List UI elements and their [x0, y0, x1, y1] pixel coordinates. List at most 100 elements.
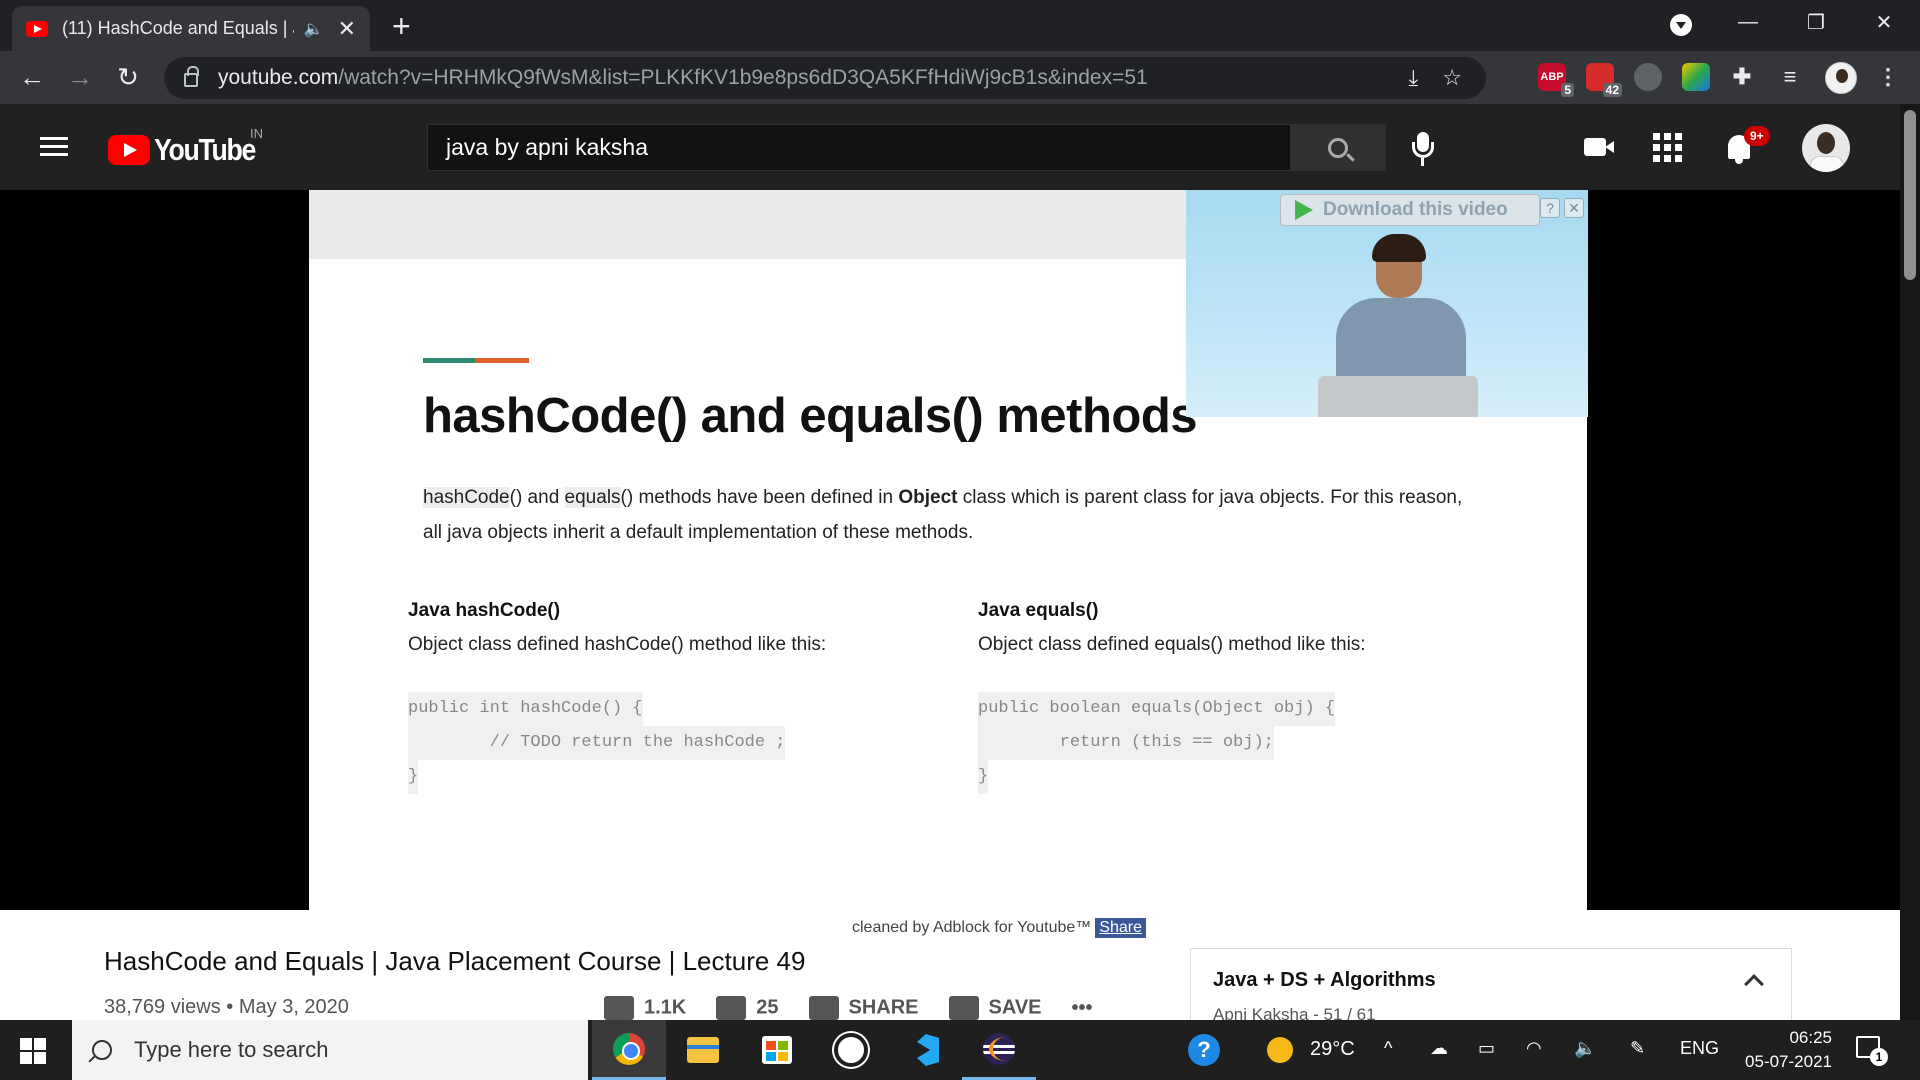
- download-video-button[interactable]: Download this video: [1280, 194, 1540, 226]
- wifi-icon[interactable]: ◠: [1526, 1038, 1542, 1059]
- tray-chevron-up-icon[interactable]: ^: [1384, 1038, 1392, 1059]
- youtube-play-logo-icon: [108, 135, 150, 165]
- share-arrow-icon: [808, 996, 839, 1020]
- hashcode-description: Object class defined hashCode() method l…: [408, 634, 827, 655]
- media-control-icon[interactable]: ≡: [1776, 63, 1804, 91]
- hashcode-heading: Java hashCode(): [408, 600, 561, 621]
- lock-icon[interactable]: [184, 66, 199, 87]
- search-icon: [1328, 137, 1348, 158]
- restore-button[interactable]: ❐: [1786, 0, 1846, 44]
- action-center-icon[interactable]: 1: [1856, 1036, 1888, 1066]
- create-video-icon[interactable]: [1578, 130, 1614, 164]
- scrollbar-thumb[interactable]: [1904, 110, 1916, 280]
- close-window-button[interactable]: ✕: [1854, 0, 1914, 44]
- adblock-note: cleaned by Adblock for Youtube™ Share: [852, 918, 1146, 938]
- playlist-panel[interactable]: Java + DS + Algorithms Apni Kaksha - 51 …: [1190, 948, 1792, 1020]
- taskbar-chrome[interactable]: [592, 1020, 666, 1080]
- browser-tab-active[interactable]: (11) HashCode and Equals | J 🔈 ✕: [12, 6, 370, 51]
- minimize-button[interactable]: —: [1718, 0, 1778, 44]
- tab-strip: (11) HashCode and Equals | J 🔈 ✕ + — ❐ ✕: [0, 0, 1920, 51]
- slide-title: hashCode() and equals() methods: [423, 389, 1198, 443]
- save-button[interactable]: SAVE: [948, 996, 1042, 1020]
- download-play-icon: [1295, 200, 1313, 220]
- system-clock[interactable]: 06:25 05-07-2021: [1736, 1026, 1832, 1074]
- cloud-extension-icon[interactable]: [1634, 63, 1662, 91]
- tab-audio-icon[interactable]: 🔈: [304, 19, 324, 39]
- search-button[interactable]: [1290, 124, 1386, 171]
- vscode-icon: [909, 1034, 941, 1066]
- extensions-puzzle-icon[interactable]: ✚: [1728, 63, 1756, 91]
- more-actions-button[interactable]: •••: [1072, 997, 1093, 1020]
- laptop-icon: [1318, 376, 1478, 417]
- taskbar-search-box[interactable]: Type here to search: [72, 1020, 588, 1080]
- like-button[interactable]: 1.1K: [604, 996, 686, 1020]
- weather-sun-icon[interactable]: [1267, 1037, 1293, 1063]
- country-code: IN: [250, 126, 263, 141]
- taskbar-github-desktop[interactable]: [814, 1020, 888, 1080]
- hashcode-code-block: public int hashCode() { // TODO return t…: [408, 692, 928, 794]
- slide-paragraph: hashCode() and equals() methods have bee…: [423, 487, 1463, 543]
- github-icon: [834, 1033, 868, 1067]
- thumbs-down-icon: [716, 996, 747, 1020]
- taskbar-file-explorer[interactable]: [666, 1020, 740, 1080]
- slide-accent-line: [423, 358, 529, 363]
- search-input[interactable]: java by apni kaksha: [427, 124, 1291, 171]
- hashcode-column: Java hashCode() Object class defined has…: [408, 600, 928, 794]
- tab-title: (11) HashCode and Equals | J: [62, 18, 294, 38]
- adblock-share-link[interactable]: Share: [1095, 918, 1146, 938]
- pen-icon[interactable]: ✎: [1630, 1038, 1645, 1059]
- url-text[interactable]: youtube.com/watch?v=HRHMkQ9fWsM&list=PLK…: [218, 66, 1148, 90]
- taskbar-vscode[interactable]: [888, 1020, 962, 1080]
- playlist-title: Java + DS + Algorithms: [1213, 969, 1436, 991]
- playlist-add-icon: [948, 996, 979, 1020]
- volume-icon[interactable]: 🔈: [1574, 1038, 1596, 1059]
- address-bar[interactable]: youtube.com/watch?v=HRHMkQ9fWsM&list=PLK…: [164, 57, 1486, 99]
- color-extension-icon[interactable]: [1682, 63, 1710, 91]
- page-scrollbar[interactable]: [1900, 104, 1920, 1020]
- install-icon[interactable]: ⤓: [1409, 65, 1419, 91]
- taskbar-eclipse[interactable]: [962, 1020, 1036, 1080]
- back-button[interactable]: ←: [14, 59, 50, 95]
- language-indicator[interactable]: ENG: [1680, 1038, 1719, 1059]
- tab-search-dropdown-icon[interactable]: [1670, 14, 1692, 36]
- browser-toolbar: ← → ↻ youtube.com/watch?v=HRHMkQ9fWsM&li…: [0, 51, 1920, 104]
- weather-temperature[interactable]: 29°C: [1310, 1038, 1355, 1061]
- onedrive-cloud-icon[interactable]: ☁: [1430, 1038, 1448, 1059]
- share-button[interactable]: SHARE: [808, 996, 919, 1020]
- notification-badge: 9+: [1744, 126, 1770, 146]
- video-title: HashCode and Equals | Java Placement Cou…: [104, 946, 806, 976]
- logo-wordmark: YouTube: [154, 132, 256, 167]
- adblock-extension-icon[interactable]: ABP 5: [1538, 63, 1574, 97]
- help-icon[interactable]: ?: [1188, 1034, 1220, 1066]
- chrome-menu-icon[interactable]: ⋮: [1874, 63, 1902, 91]
- video-actions: 1.1K 25 SHARE SAVE •••: [604, 996, 1093, 1020]
- forward-button[interactable]: →: [62, 59, 98, 95]
- youtube-logo[interactable]: YouTube IN: [108, 126, 272, 168]
- account-avatar[interactable]: [1802, 124, 1850, 172]
- download-label: Download this video: [1323, 199, 1508, 220]
- video-player[interactable]: hashCode() and equals() methods hashCode…: [0, 190, 1900, 910]
- clock-time: 06:25: [1789, 1028, 1832, 1047]
- apps-grid-icon[interactable]: [1650, 130, 1684, 164]
- voice-search-icon[interactable]: [1410, 132, 1436, 166]
- chrome-profile-avatar[interactable]: [1825, 62, 1857, 94]
- action-center-badge: 1: [1870, 1048, 1888, 1066]
- red-extension-icon[interactable]: 42: [1586, 63, 1622, 97]
- battery-icon[interactable]: ▭: [1478, 1038, 1495, 1059]
- download-close-icon[interactable]: ✕: [1564, 198, 1584, 218]
- chrome-icon: [613, 1032, 645, 1065]
- tab-close-icon[interactable]: ✕: [338, 16, 356, 42]
- taskbar-search-placeholder: Type here to search: [134, 1037, 329, 1062]
- new-tab-button[interactable]: +: [392, 8, 411, 45]
- chevron-up-icon[interactable]: [1744, 974, 1764, 994]
- reload-button[interactable]: ↻: [110, 59, 146, 95]
- video-info: cleaned by Adblock for Youtube™ Share Ha…: [0, 910, 1900, 1020]
- bookmark-star-icon[interactable]: ☆: [1442, 65, 1462, 91]
- guide-menu-icon[interactable]: [40, 137, 68, 157]
- taskbar-store[interactable]: [740, 1020, 814, 1080]
- dislike-button[interactable]: 25: [716, 996, 779, 1020]
- search-icon: [92, 1040, 112, 1060]
- download-help-icon[interactable]: ?: [1540, 198, 1560, 218]
- windows-taskbar: Type here to search ? 29°C ^ ☁ ▭ ◠ 🔈 ✎ E…: [0, 1020, 1920, 1080]
- windows-start-icon[interactable]: [20, 1038, 46, 1064]
